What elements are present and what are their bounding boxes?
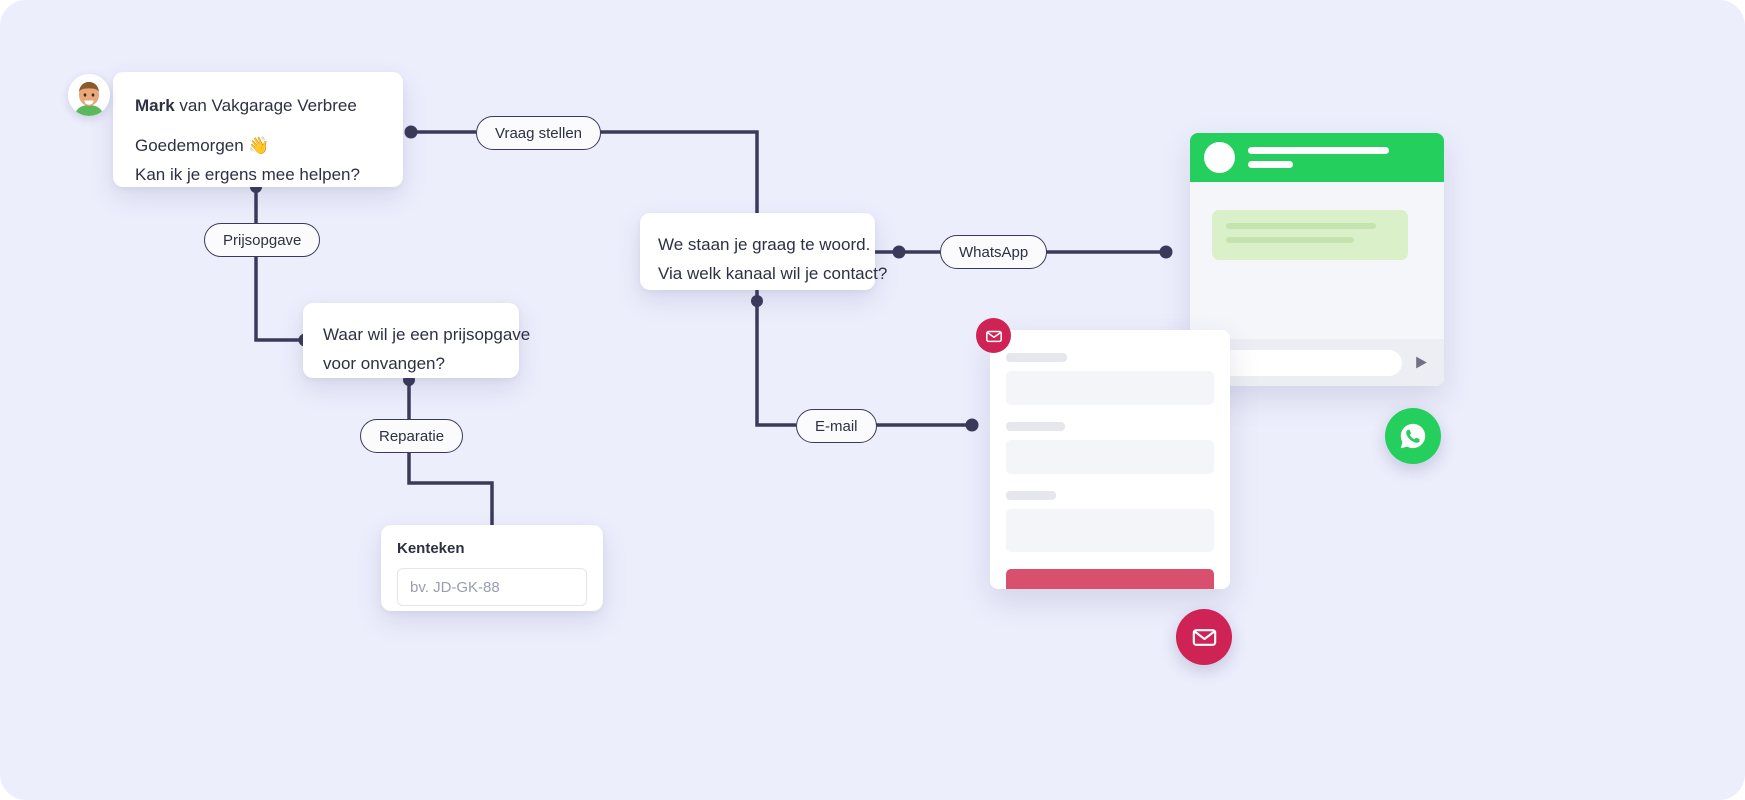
agent-company: van Vakgarage Verbree [174,96,357,115]
pill-prijsopgave[interactable]: Prijsopgave [204,223,321,257]
prijsopgave-message-card: Waar wil je een prijsopgave voor onvange… [303,303,531,378]
prijsopgave-line-2: voor onvangen? [323,354,445,373]
email-form-widget [990,330,1230,589]
whatsapp-message-list [1190,182,1444,260]
intro-question: Kan ik je ergens mee helpen? [135,165,360,184]
prijsopgave-line-1: Waar wil je een prijsopgave [323,325,531,344]
whatsapp-header-placeholder-text [1248,147,1389,168]
email-fab-button[interactable] [1176,609,1232,665]
intro-greeting: Goedemorgen 👋 [135,136,270,155]
whatsapp-message-bubble [1212,210,1408,260]
pill-whatsapp[interactable]: WhatsApp [940,235,1048,269]
flow-canvas: Mark van Vakgarage Verbree Goedemorgen 👋… [0,0,1745,800]
whatsapp-icon [1400,423,1426,449]
pill-reparatie[interactable]: Reparatie [360,419,464,453]
kanaalkeuze-message-card: We staan je graag te woord. Via welk kan… [640,213,888,290]
avatar [68,74,110,116]
whatsapp-fab-button[interactable] [1385,408,1441,464]
agent-name: Mark [135,96,175,115]
intro-message-card: Mark van Vakgarage Verbree Goedemorgen 👋… [113,72,403,187]
whatsapp-widget-header [1190,133,1444,182]
contact-avatar-icon [1204,142,1235,173]
whatsapp-message-input[interactable] [1204,349,1402,376]
kenteken-label: Kenteken [397,540,465,557]
email-submit-button[interactable] [1006,569,1214,589]
kenteken-input-row [397,568,587,606]
pill-vraag-stellen[interactable]: Vraag stellen [476,116,601,150]
email-badge-icon [976,318,1011,353]
email-field-label-3 [1006,491,1056,500]
send-icon[interactable] [1413,354,1430,371]
kenteken-input[interactable] [398,569,586,605]
envelope-icon [1192,628,1216,646]
email-field-1[interactable] [1006,371,1214,405]
email-message-field[interactable] [1006,509,1214,552]
email-field-label-1 [1006,353,1067,362]
kanaal-line-2: Via welk kanaal wil je contact? [658,264,888,283]
kanaal-line-1: We staan je graag te woord. [658,235,871,254]
email-field-label-2 [1006,422,1065,431]
intro-title: Mark van Vakgarage Verbree [135,91,381,120]
pill-email[interactable]: E-mail [796,409,877,443]
email-field-2[interactable] [1006,440,1214,474]
kenteken-form-card: Kenteken [381,525,603,611]
